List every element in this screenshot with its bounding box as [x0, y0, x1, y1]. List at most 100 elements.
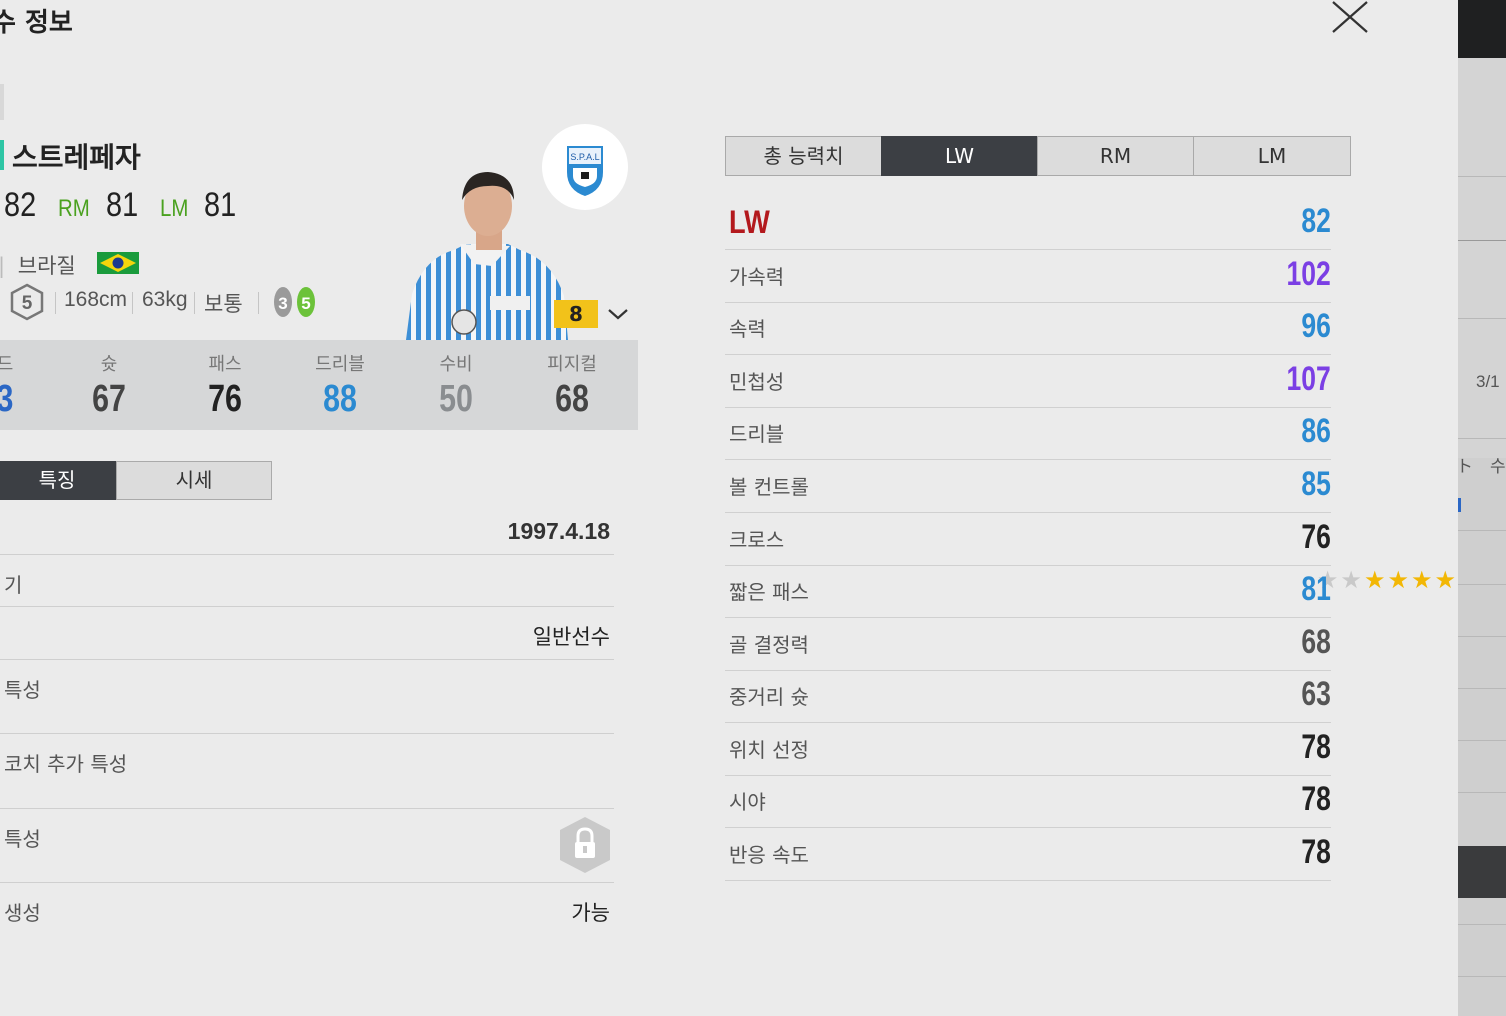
divider: [1458, 688, 1506, 689]
stat-value: 63: [1301, 675, 1331, 713]
summary-stat-label: 피지컬: [547, 354, 597, 375]
info-label: 생성: [4, 901, 41, 925]
divider: [1458, 924, 1506, 925]
info-row-type: 일반선수: [0, 607, 614, 660]
tab-rm[interactable]: RM: [1037, 136, 1194, 176]
divider: [1458, 438, 1506, 439]
info-row-locked-traits: 특성: [0, 809, 614, 883]
weight: 63kg: [142, 288, 188, 311]
tab-features[interactable]: 특징: [0, 461, 116, 500]
summary-stat: 수비 50: [401, 340, 511, 421]
chevron-down-icon[interactable]: [606, 304, 630, 324]
summary-stat-value: 50: [439, 378, 473, 420]
close-icon[interactable]: [1330, 0, 1370, 34]
info-row-coach-traits: 코치 추가 특성: [0, 734, 614, 809]
nationality: | 브라질: [0, 250, 76, 280]
background-header: [1458, 0, 1506, 58]
stat-value: 68: [1301, 623, 1331, 661]
stat-value: 78: [1301, 780, 1331, 818]
stat-name: 속력: [729, 317, 766, 341]
nationality-label: 브라질: [17, 254, 76, 278]
tab-lm[interactable]: LM: [1193, 136, 1351, 176]
star-filled-icon: ★: [1410, 566, 1433, 594]
stat-row: 가속력 102: [725, 250, 1331, 303]
stat-value: 86: [1301, 412, 1331, 450]
star-filled-icon: ★: [1363, 566, 1386, 594]
info-label: 특성: [4, 678, 41, 702]
skill-right-value: 5: [301, 294, 310, 313]
stat-name: 중거리 슛: [729, 685, 809, 709]
body-type: 보통: [204, 293, 243, 316]
background-text: ト: [1458, 457, 1473, 476]
stat-row: 속력 96: [725, 302, 1331, 355]
info-row-create: 생성 가능: [0, 883, 614, 935]
create-value: 가능: [571, 901, 610, 925]
summary-stat: 드리블 88: [285, 340, 395, 421]
stat-value: 78: [1301, 833, 1331, 871]
info-label: 특성: [4, 827, 41, 851]
position-value: 81: [204, 186, 237, 224]
player-info-modal: 수 정보 스트레페자 82 RM 81 LM 81 | 브라질 | 5 168c…: [0, 0, 1458, 1016]
divider: [194, 292, 195, 314]
position-value: 81: [106, 186, 139, 224]
summary-stat-value: 3: [0, 378, 49, 421]
reputation-stars: ★★★★★★: [1315, 566, 1456, 594]
stat-name: 민첩성: [729, 370, 785, 394]
divider: [1458, 176, 1506, 177]
info-label: 기: [4, 573, 23, 597]
summary-stat: 피지컬 68: [517, 340, 627, 421]
star-filled-icon: ★: [1387, 566, 1409, 594]
summary-stat-label: 패스: [208, 354, 242, 375]
stat-row: 시야 78: [725, 775, 1331, 828]
tab-lw[interactable]: LW: [881, 136, 1038, 176]
weak-foot-value: 5: [22, 293, 33, 314]
tab-total-stats[interactable]: 총 능력치: [725, 136, 882, 176]
divider: [1458, 584, 1506, 585]
stat-value: 96: [1301, 307, 1331, 345]
position-ovr: 82: [1301, 202, 1331, 240]
summary-stat-label: 드: [0, 354, 14, 375]
divider: [1458, 240, 1506, 241]
stat-row: 위치 선정 78: [725, 723, 1331, 776]
stat-name: 반응 속도: [729, 843, 809, 867]
weak-foot-badge-icon: 5: [8, 282, 46, 328]
page-indicator: 3/1: [1476, 372, 1500, 391]
divider: [55, 292, 56, 314]
stat-name: 볼 컨트롤: [729, 475, 809, 499]
stat-name: 시야: [729, 790, 766, 814]
player-name: 스트레페자: [12, 141, 141, 174]
summary-stat-value: 76: [208, 378, 242, 420]
modal-title: 수 정보: [0, 8, 73, 38]
stat-row: 민첩성 107: [725, 355, 1331, 408]
info-row-birth: 1997.4.18: [0, 508, 614, 555]
background-page: 3/1 ト 수: [1458, 0, 1506, 1016]
stat-row: 크로스 76: [725, 513, 1331, 566]
skill-move-icon: 3 5: [272, 284, 318, 326]
stat-value: 76: [1301, 518, 1331, 556]
lock-icon[interactable]: [558, 815, 612, 879]
divider: [132, 292, 133, 314]
info-row-reputation: 기: [0, 555, 614, 607]
brazil-flag-icon: [97, 252, 139, 274]
stat-name: 가속력: [729, 265, 785, 289]
summary-stat: 패스 76: [170, 340, 280, 421]
position-tabs: 총 능력치 LW RM LM: [725, 136, 1351, 176]
summary-stat-label: 수비: [439, 354, 473, 375]
stat-row: 짧은 패스 81: [725, 565, 1331, 618]
skill-left-value: 3: [278, 294, 287, 313]
side-tab-stub: [0, 84, 4, 120]
position-ovr-row: LW 82: [725, 197, 1331, 250]
summary-stat-value: 68: [555, 378, 589, 420]
stat-row: 볼 컨트롤 85: [725, 460, 1331, 513]
summary-stats-bar: 드 3 슛 67 패스 76 드리블 88 수비 50 피지컬 68: [0, 340, 638, 430]
tab-market-price[interactable]: 시세: [116, 461, 272, 500]
divider: |: [0, 288, 1, 312]
stat-name: 짧은 패스: [729, 580, 809, 604]
background-panel: [1458, 58, 1506, 458]
star-empty-icon: ★: [1340, 566, 1362, 594]
summary-stat-label: 드리블: [315, 354, 365, 375]
info-label: 코치 추가 특성: [4, 752, 128, 776]
stat-value: 107: [1286, 360, 1331, 398]
position-ratings: 82 RM 81 LM 81: [4, 186, 238, 225]
info-row-traits: 특성: [0, 660, 614, 734]
